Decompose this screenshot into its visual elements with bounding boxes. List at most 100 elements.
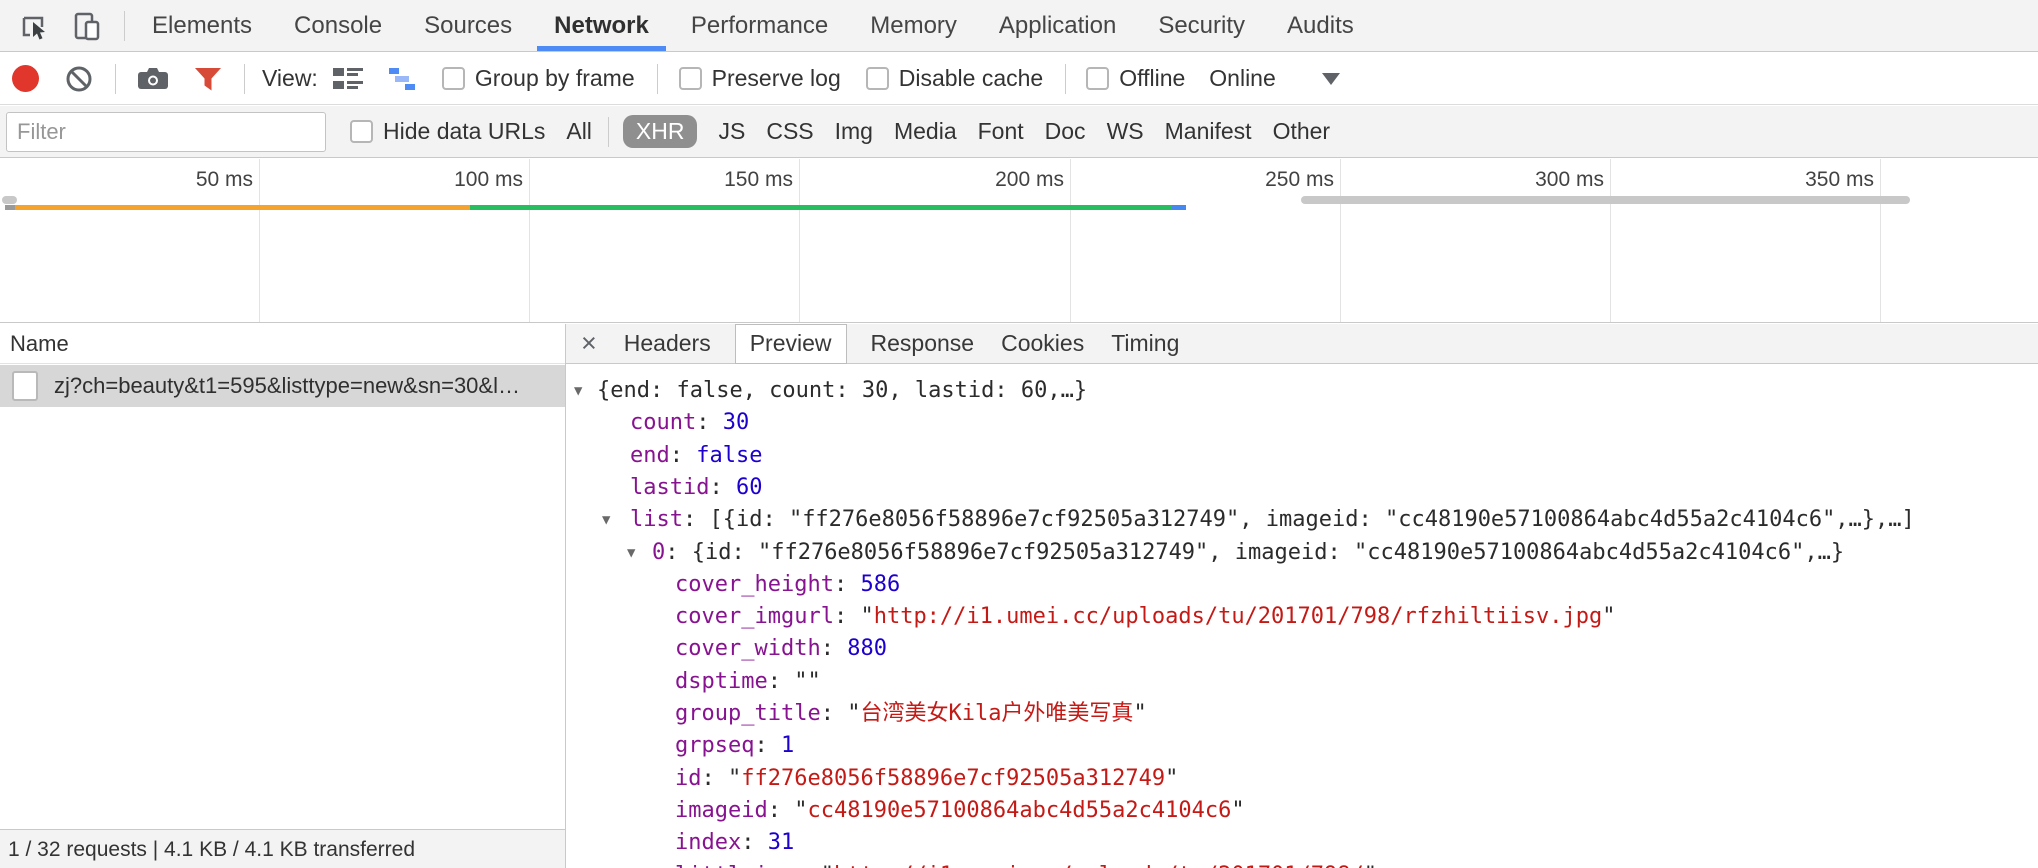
json-tree-line: grpseq: 1 (566, 730, 2038, 762)
show-overview-icon[interactable] (388, 66, 420, 92)
timeline-gridline (1610, 159, 1611, 322)
json-plain-text: : (702, 766, 729, 791)
detail-tab-headers[interactable]: Headers (624, 330, 711, 357)
json-key: dsptime (675, 669, 768, 694)
tab-audits[interactable]: Audits (1266, 0, 1375, 52)
disable-cache-checkbox[interactable] (866, 67, 889, 90)
json-plain-text: : (754, 733, 781, 758)
timeline-tick-label: 200 ms (954, 168, 1064, 194)
record-icon[interactable] (12, 65, 39, 92)
detail-tab-preview-active[interactable]: Preview (735, 324, 847, 364)
json-tree-line[interactable]: ▼ {end: false, count: 30, lastid: 60,…} (566, 375, 2038, 407)
json-tree-line: littleimg: "http://i1.umei.cc/uploads/tu… (566, 860, 2038, 868)
screenshot-camera-icon[interactable] (136, 65, 170, 93)
json-key: index (675, 830, 741, 855)
offline-label[interactable]: Offline (1119, 65, 1185, 92)
offline-checkbox[interactable] (1086, 67, 1109, 90)
request-details-pane: × Headers Preview Response Cookies Timing ▼ {… (566, 324, 2038, 868)
filter-type-manifest[interactable]: Manifest (1165, 118, 1252, 145)
json-string: http://i1.umei.cc/uploads/tu/201701/798/… (874, 604, 1602, 629)
tab-console[interactable]: Console (273, 0, 403, 52)
json-plain-text: " (847, 701, 860, 726)
tab-elements[interactable]: Elements (131, 0, 273, 52)
json-key: cover_width (675, 636, 821, 661)
json-number: 30 (723, 410, 750, 435)
request-name: zj?ch=beauty&t1=595&listtype=new&sn=30&l… (54, 373, 520, 399)
json-tree-line: end: false (566, 440, 2038, 472)
tab-performance[interactable]: Performance (670, 0, 849, 52)
filter-type-all[interactable]: All (566, 118, 592, 145)
overview-scroll-stub (2, 196, 17, 204)
json-plain-text: " (860, 604, 873, 629)
json-plain-text: : (768, 669, 795, 694)
json-plain-text: : (821, 636, 848, 661)
large-request-rows-icon[interactable] (332, 66, 364, 92)
filter-type-ws[interactable]: WS (1107, 118, 1144, 145)
json-plain-text: : (741, 830, 768, 855)
device-toolbar-icon[interactable] (70, 9, 104, 43)
filter-type-css[interactable]: CSS (766, 118, 813, 145)
filter-type-other[interactable]: Other (1273, 118, 1331, 145)
tab-memory[interactable]: Memory (849, 0, 978, 52)
timeline-tick-label: 150 ms (683, 168, 793, 194)
json-tree-line: cover_height: 586 (566, 569, 2038, 601)
detail-tab-response[interactable]: Response (871, 330, 975, 357)
close-icon[interactable]: × (581, 330, 597, 357)
preserve-log-label[interactable]: Preserve log (712, 65, 841, 92)
filter-type-font[interactable]: Font (978, 118, 1024, 145)
tab-security[interactable]: Security (1137, 0, 1266, 52)
group-by-frame-checkbox[interactable] (442, 67, 465, 90)
tabbar-separator (124, 11, 125, 41)
json-plain-text: : [{id: "ff276e8056f58896e7cf92505a31274… (683, 507, 1915, 532)
filter-type-js[interactable]: JS (718, 118, 745, 145)
expand-triangle-icon[interactable]: ▼ (627, 537, 635, 569)
json-key: littleimg (675, 863, 794, 868)
json-key: end (630, 443, 670, 468)
json-key: group_title (675, 701, 821, 726)
filter-input[interactable] (6, 112, 326, 152)
network-summary-bar: 1 / 32 requests | 4.1 KB / 4.1 KB transf… (0, 829, 565, 868)
expand-triangle-icon[interactable]: ▼ (574, 375, 582, 407)
group-by-frame-label[interactable]: Group by frame (475, 65, 635, 92)
tab-sources[interactable]: Sources (403, 0, 533, 52)
inspect-element-icon[interactable] (18, 9, 52, 43)
tab-application[interactable]: Application (978, 0, 1137, 52)
hide-data-urls-label[interactable]: Hide data URLs (383, 118, 545, 145)
json-tree-line[interactable]: ▼list: [{id: "ff276e8056f58896e7cf92505a… (566, 504, 2038, 536)
expand-triangle-icon[interactable]: ▼ (602, 504, 610, 536)
detail-tab-timing[interactable]: Timing (1111, 330, 1179, 357)
filter-type-media[interactable]: Media (894, 118, 957, 145)
json-plain-text: " (1231, 798, 1244, 823)
filter-type-img[interactable]: Img (835, 118, 873, 145)
toolbar-separator (657, 64, 658, 94)
request-row-selected[interactable]: zj?ch=beauty&t1=595&listtype=new&sn=30&l… (0, 365, 565, 407)
timeline-tick-label: 100 ms (413, 168, 523, 194)
json-plain-text: {end: false, count: 30, lastid: 60,…} (597, 378, 1087, 403)
hide-data-urls-checkbox[interactable] (350, 120, 373, 143)
filter-type-doc[interactable]: Doc (1045, 118, 1086, 145)
json-key: id (675, 766, 702, 791)
json-number: 1 (781, 733, 794, 758)
devtools-tab-strip: ElementsConsoleSourcesNetworkPerformance… (0, 0, 2038, 52)
json-string: ff276e8056f58896e7cf92505a312749 (741, 766, 1165, 791)
json-plain-text: " (821, 863, 834, 868)
json-tree-line: lastid: 60 (566, 472, 2038, 504)
disable-cache-label[interactable]: Disable cache (899, 65, 1043, 92)
chevron-down-icon[interactable] (1322, 73, 1340, 85)
overview-scrollbar-thumb[interactable] (1301, 196, 1910, 204)
json-plain-text: "" (794, 669, 821, 694)
preserve-log-checkbox[interactable] (679, 67, 702, 90)
timeline-tick-label: 300 ms (1494, 168, 1604, 194)
json-plain-text: : (794, 863, 821, 868)
timeline-tick-label: 350 ms (1764, 168, 1874, 194)
tab-network[interactable]: Network (533, 0, 670, 52)
filter-type-xhr-active[interactable]: XHR (623, 115, 698, 148)
name-column-header[interactable]: Name (0, 324, 565, 364)
filter-funnel-icon[interactable] (194, 66, 222, 92)
throttling-select[interactable]: Online (1209, 65, 1275, 92)
clear-icon[interactable] (65, 65, 93, 93)
detail-tab-cookies[interactable]: Cookies (1001, 330, 1084, 357)
json-tree-line[interactable]: ▼0: {id: "ff276e8056f58896e7cf92505a3127… (566, 537, 2038, 569)
json-number: 880 (847, 636, 887, 661)
json-plain-text: : (696, 410, 723, 435)
